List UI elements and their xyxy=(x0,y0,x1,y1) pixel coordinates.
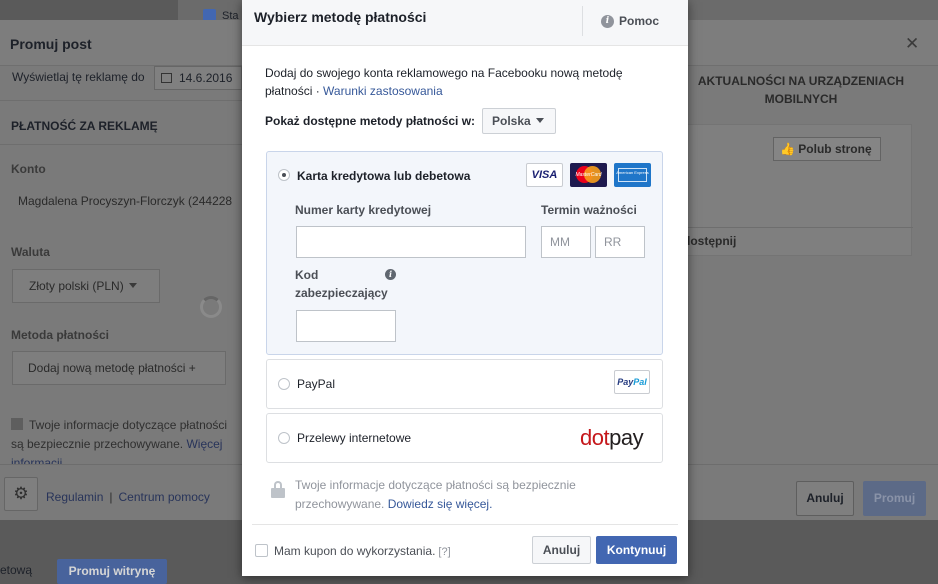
dotpay-logo: dotpay xyxy=(580,425,644,451)
cancel-button[interactable]: Anuluj xyxy=(532,536,591,564)
help-center-link: Centrum pomocy xyxy=(118,490,210,504)
terms-link: Regulamin xyxy=(46,490,104,504)
transfer-radio[interactable] xyxy=(278,432,290,444)
promote-dialog-title: Promuj post xyxy=(10,36,92,52)
calendar-icon xyxy=(161,73,172,83)
promote-left-panel: Wyświetlaj tę reklamę do 14.6.2016 PŁATN… xyxy=(0,66,242,470)
coupon-help-link[interactable]: [?] xyxy=(435,546,450,558)
modal-title: Wybierz metodę płatności xyxy=(254,9,427,25)
paypal-logo-pal: Pal xyxy=(633,377,647,387)
secure-text: Twoje informacje dotyczące płatności są … xyxy=(295,476,611,514)
gear-icon: ⚙ xyxy=(4,477,38,511)
country-select[interactable]: Polska xyxy=(482,108,556,134)
country-label: Pokaż dostępne metody płatności w: xyxy=(265,114,476,128)
transfer-option-label: Przelewy internetowe xyxy=(297,431,412,445)
paypal-option-label: PayPal xyxy=(297,377,336,391)
preview-share-text: dostępnij xyxy=(683,234,737,248)
card-option-label: Karta kredytowa lub debetowa xyxy=(297,169,471,183)
amex-logo-text: American Express xyxy=(616,170,649,175)
currency-value: Złoty polski (PLN) xyxy=(29,279,124,293)
show-until-label: Wyświetlaj tę reklamę do xyxy=(12,70,145,84)
lock-body xyxy=(271,488,285,498)
amex-logo: American Express xyxy=(614,163,651,187)
promote-button: Promuj xyxy=(863,481,926,516)
visa-logo: VISA xyxy=(526,163,563,187)
help-button[interactable]: i Pomoc xyxy=(582,6,688,36)
paypal-logo: PayPal xyxy=(614,370,650,394)
coupon-label: Mam kupon do wykorzystania. [?] xyxy=(274,544,451,558)
mastercard-logo-text: MasterCard xyxy=(575,172,602,178)
coupon-checkbox[interactable] xyxy=(255,544,268,557)
background-promote-website-button: Promuj witrynę xyxy=(57,559,167,584)
intro-description: Dodaj do swojego konta reklamowego na Fa… xyxy=(265,66,623,98)
divider xyxy=(0,100,242,101)
account-label: Konto xyxy=(11,162,46,176)
close-icon: ✕ xyxy=(905,34,920,53)
separator: | xyxy=(109,490,113,504)
promote-cancel-button: Anuluj xyxy=(796,481,854,516)
intro-text: Dodaj do swojego konta reklamowego na Fa… xyxy=(265,64,655,100)
loading-spinner xyxy=(200,296,222,318)
payment-option-card[interactable]: Karta kredytowa lub debetowa VISA Master… xyxy=(266,151,663,355)
expiry-month-input[interactable] xyxy=(541,226,591,258)
card-radio[interactable] xyxy=(278,169,290,181)
preview-card: 👍 Polub stronę dostępnij xyxy=(676,124,913,256)
learn-more-link[interactable]: Dowiedz się więcej. xyxy=(388,497,493,511)
currency-label: Waluta xyxy=(11,245,50,259)
like-page-label: Polub stronę xyxy=(798,142,872,156)
cvv-input[interactable] xyxy=(296,310,396,342)
add-payment-method-button: Dodaj nową metodę płatności + xyxy=(12,351,226,385)
chevron-down-icon xyxy=(535,118,544,123)
card-number-input[interactable] xyxy=(296,226,526,258)
chevron-down-icon xyxy=(128,283,137,288)
paypal-logo-pay: Pay xyxy=(617,377,634,387)
date-field: 14.6.2016 xyxy=(154,66,242,90)
expiry-label: Termin ważności xyxy=(541,203,637,217)
mobile-preview-heading: AKTUALNOŚCI NA URZĄDZENIACH MOBILNYCH xyxy=(697,74,905,106)
coupon-label-text: Mam kupon do wykorzystania. xyxy=(274,544,436,558)
divider xyxy=(0,144,242,145)
divider xyxy=(677,227,913,228)
payment-section-heading: PŁATNOŚĆ ZA REKLAMĘ xyxy=(11,119,158,133)
background-bottom-text: etową xyxy=(0,563,33,577)
modal-footer: Mam kupon do wykorzystania. [?] Anuluj Ko… xyxy=(252,524,678,576)
footer-links: Regulamin | Centrum pomocy xyxy=(46,490,210,504)
cvv-label: Kod zabezpieczający xyxy=(295,268,388,300)
modal-header: Wybierz metodę płatności i Pomoc xyxy=(242,0,688,46)
country-value: Polska xyxy=(492,114,531,128)
paypal-radio[interactable] xyxy=(278,378,290,390)
lock-icon xyxy=(11,418,23,430)
dotpay-logo-dot: dot xyxy=(580,425,610,450)
expiry-year-input[interactable] xyxy=(595,226,645,258)
info-icon[interactable]: i xyxy=(385,269,396,280)
continue-button[interactable]: Kontynuuj xyxy=(596,536,677,564)
promote-preview-panel: AKTUALNOŚCI NA URZĄDZENIACH MOBILNYCH 👍 … xyxy=(676,66,938,464)
currency-select: Złoty polski (PLN) xyxy=(12,269,160,303)
thumbs-up-icon: 👍 xyxy=(780,142,795,156)
date-value: 14.6.2016 xyxy=(179,71,233,85)
payment-option-transfer[interactable]: Przelewy internetowe dotpay xyxy=(266,413,663,463)
payment-option-paypal[interactable]: PayPal PayPal xyxy=(266,359,663,409)
dotpay-logo-pay: pay xyxy=(609,425,644,450)
help-label: Pomoc xyxy=(619,14,660,28)
lock-icon xyxy=(271,481,285,498)
mastercard-logo: MasterCard xyxy=(570,163,607,187)
payment-method-label: Metoda płatności xyxy=(11,328,110,342)
card-number-label: Numer karty kredytowej xyxy=(295,203,432,217)
payment-method-modal: Wybierz metodę płatności i Pomoc Dodaj d… xyxy=(242,0,688,576)
like-page-button: 👍 Polub stronę xyxy=(773,137,881,161)
help-icon: i xyxy=(601,15,614,28)
account-value: Magdalena Procyszyn-Florczyk (244228 xyxy=(18,194,233,208)
terms-of-use-link[interactable]: Warunki zastosowania xyxy=(323,84,443,98)
